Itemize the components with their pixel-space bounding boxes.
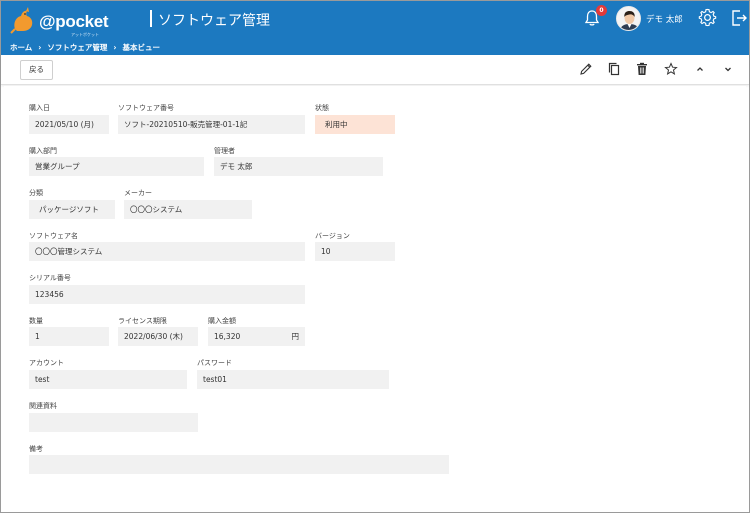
price-value: 16,320: [214, 332, 241, 341]
breadcrumb-home[interactable]: ホーム: [10, 42, 32, 53]
kangaroo-icon: [10, 7, 33, 34]
price-label: 購入金額: [208, 317, 236, 325]
related-docs-label: 関連資料: [29, 402, 57, 410]
chevron-down-icon[interactable]: [721, 62, 735, 76]
logo-subtitle: アットポケット: [71, 32, 99, 37]
category-label: 分類: [29, 189, 43, 197]
delete-icon[interactable]: [635, 62, 649, 76]
software-name-label: ソフトウェア名: [29, 232, 78, 240]
logo-text: @pocket: [39, 12, 109, 31]
related-docs-field: [29, 413, 198, 432]
license-expiry-field: 2022/06/30 (木): [118, 327, 198, 346]
status-field: 利用中: [315, 115, 395, 134]
price-field: 16,320 円: [208, 327, 305, 346]
software-no-field: ソフト-20210510-販売管理-01-1記: [118, 115, 305, 134]
copy-icon[interactable]: [607, 62, 621, 76]
star-icon[interactable]: [664, 62, 678, 76]
user-name[interactable]: デモ 太郎: [646, 13, 683, 25]
status-badge: 利用中: [325, 120, 348, 129]
software-name-field: 〇〇〇管理システム: [29, 242, 305, 261]
version-label: バージョン: [315, 232, 350, 240]
department-field: 営業グループ: [29, 157, 204, 176]
account-label: アカウント: [29, 359, 64, 367]
gear-icon[interactable]: [698, 8, 717, 27]
user-photo: [617, 7, 640, 30]
chevron-up-icon[interactable]: [693, 62, 707, 76]
breadcrumb: ホーム › ソフトウェア管理 › 基本ビュー: [10, 42, 160, 53]
status-label: 状態: [315, 104, 329, 112]
version-field: 10: [315, 242, 395, 261]
detail-form: 購入日 2021/05/10 (月) ソフトウェア番号 ソフト-20210510…: [4, 86, 746, 510]
back-button[interactable]: 戻る: [20, 60, 53, 80]
app-title: ソフトウェア管理: [158, 13, 270, 29]
maker-label: メーカー: [124, 189, 152, 197]
serial-label: シリアル番号: [29, 274, 71, 282]
logout-icon[interactable]: [731, 9, 747, 27]
app-logo[interactable]: @pocket アットポケット: [9, 5, 119, 37]
price-unit: 円: [291, 332, 300, 341]
manager-field: デモ 太郎: [214, 157, 383, 176]
account-field: test: [29, 370, 187, 389]
category-field: パッケージソフト: [29, 200, 115, 219]
toolbar: 戻る: [1, 55, 749, 85]
maker-field: 〇〇〇システム: [124, 200, 252, 219]
quantity-field: 1: [29, 327, 109, 346]
app-header: @pocket アットポケット ソフトウェア管理 ホーム › ソフトウェア管理 …: [1, 1, 749, 55]
notification-badge: 0: [596, 5, 607, 16]
department-label: 購入部門: [29, 147, 57, 155]
breadcrumb-separator: ›: [38, 43, 42, 52]
header-divider: [150, 10, 152, 27]
breadcrumb-separator: ›: [113, 43, 117, 52]
serial-field: 123456: [29, 285, 305, 304]
purchase-date-field: 2021/05/10 (月): [29, 115, 109, 134]
notes-field: [29, 455, 449, 474]
password-field: test01: [197, 370, 389, 389]
manager-label: 管理者: [214, 147, 235, 155]
purchase-date-label: 購入日: [29, 104, 50, 112]
breadcrumb-software[interactable]: ソフトウェア管理: [47, 42, 107, 53]
license-expiry-label: ライセンス期限: [118, 317, 167, 325]
quantity-label: 数量: [29, 317, 43, 325]
notes-label: 備考: [29, 445, 43, 453]
edit-icon[interactable]: [579, 62, 593, 76]
avatar[interactable]: [616, 6, 641, 31]
software-no-label: ソフトウェア番号: [118, 104, 174, 112]
password-label: パスワード: [197, 359, 232, 367]
breadcrumb-current: 基本ビュー: [122, 43, 160, 52]
